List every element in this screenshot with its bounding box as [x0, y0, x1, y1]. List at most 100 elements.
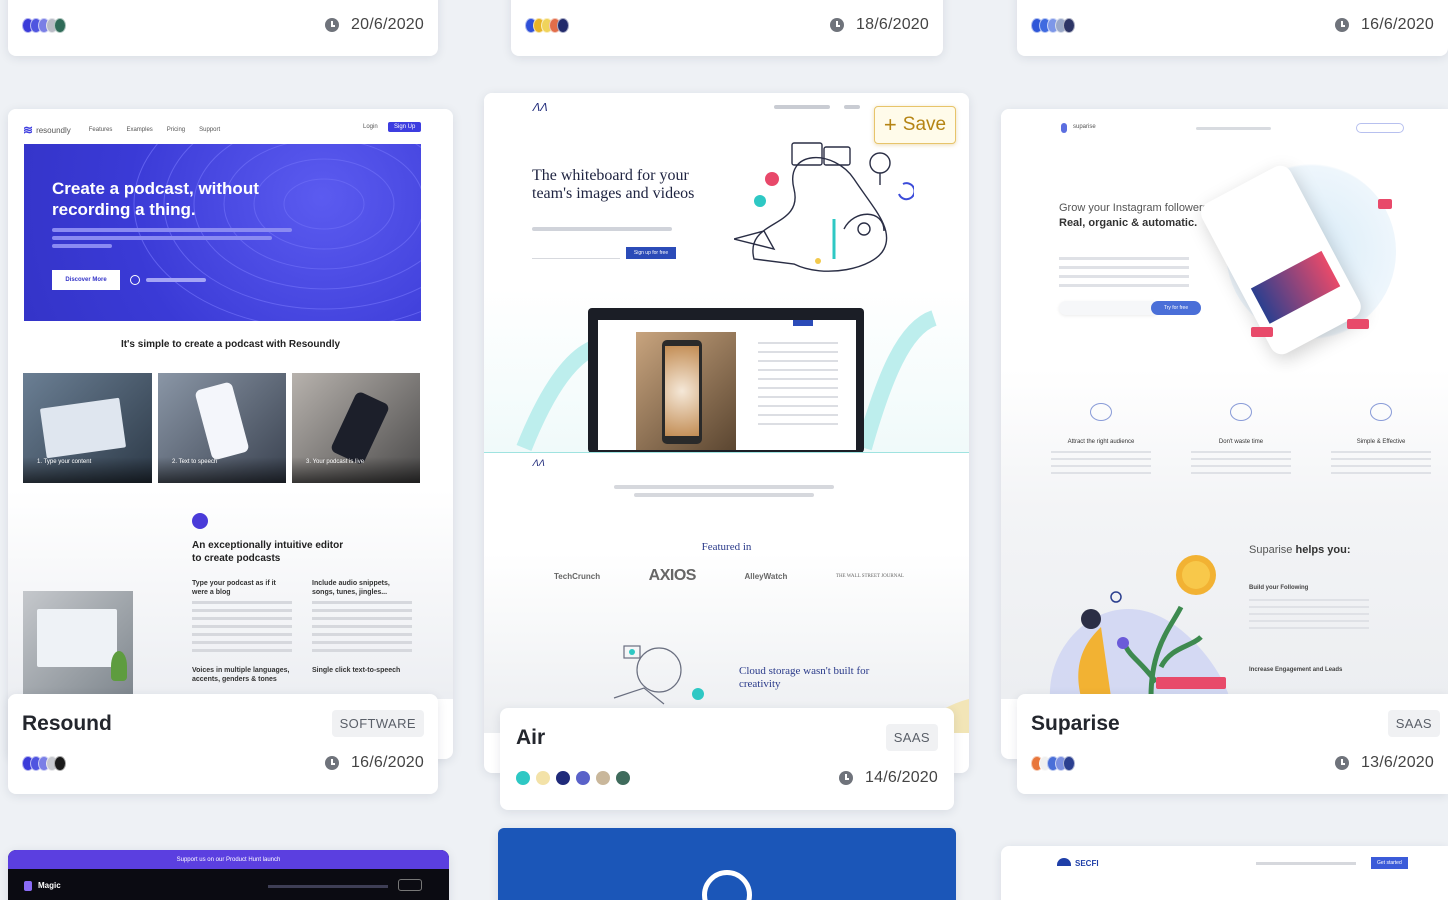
color-swatches — [22, 17, 66, 33]
press-logo: THE WALL STREET JOURNAL — [835, 573, 904, 579]
step-image-3: 3. Your podcast is live — [292, 373, 420, 483]
hero-headline: The whiteboard for your team's images an… — [532, 167, 695, 202]
helps-light: Suparise — [1249, 544, 1293, 556]
logo-icon — [1061, 123, 1067, 133]
date-text: 16/6/2020 — [1361, 16, 1434, 33]
nav-link: Features — [88, 127, 113, 133]
color-swatches — [1031, 755, 1075, 771]
site-screenshot[interactable]: ᐱᐱ The whiteboard for your team's images… — [484, 93, 969, 733]
help-item-b: Increase Engagement and Leads — [1249, 667, 1343, 673]
login-link: Login — [363, 124, 378, 130]
site-screenshot[interactable]: ≋ resoundly Features Examples Pricing Su… — [8, 109, 453, 699]
hero-banner: Create a podcast, without recording a th… — [24, 144, 421, 321]
press-logo: AlleyWatch — [744, 571, 788, 581]
clock-icon — [1335, 756, 1350, 770]
color-swatches — [22, 755, 66, 771]
plus-icon: + — [883, 112, 897, 137]
color-swatch — [516, 771, 530, 785]
hero-cta-button: Discover More — [52, 270, 120, 290]
save-button[interactable]: + Save — [874, 106, 956, 144]
helps-bold: helps you: — [1295, 544, 1351, 556]
post-date: 16/6/2020 — [1335, 16, 1434, 34]
step-image-2: 2. Text to speech — [158, 373, 286, 483]
headline-light: Grow your Instagram followers. — [1059, 202, 1212, 214]
feature-a: Type your podcast as if it were a blog — [192, 580, 276, 596]
gallery-card-air[interactable]: ᐱᐱ The whiteboard for your team's images… — [484, 93, 969, 773]
card-title[interactable]: Resound — [22, 712, 112, 736]
color-swatch — [616, 771, 630, 785]
gallery-card-resound[interactable]: ≋ resoundly Features Examples Pricing Su… — [8, 109, 453, 759]
clock-icon — [1335, 18, 1350, 32]
gallery-card-secfi[interactable]: SECFI Get started — [1001, 846, 1448, 900]
color-swatches — [525, 17, 569, 33]
card-title[interactable]: Air — [516, 726, 545, 750]
hero-headline: Create a podcast, without recording a th… — [52, 179, 259, 219]
gallery-card-suparise[interactable]: suparise Grow your Instagram followers. … — [1001, 109, 1448, 759]
step-label: 3. Your podcast is live — [306, 459, 365, 465]
play-icon — [130, 275, 140, 285]
headline-bold: Real, organic & automatic. — [1059, 217, 1198, 229]
post-date: 18/6/2020 — [830, 16, 929, 34]
color-swatch — [596, 771, 610, 785]
card-footer-resound[interactable]: Resound SOFTWARE 16/6/2020 — [8, 694, 438, 794]
date-text: 16/6/2020 — [351, 754, 424, 771]
post-date: 13/6/2020 — [1335, 754, 1434, 772]
nav-link: Support — [199, 127, 221, 133]
brand-text: suparise — [1073, 124, 1096, 130]
feature-b: Include audio snippets, songs, tunes, ji… — [312, 580, 390, 596]
step-image-1: 1. Type your content — [23, 373, 152, 483]
hero-cta-button: Try for free — [1151, 301, 1201, 315]
date-text: 13/6/2020 — [1361, 754, 1434, 771]
press-logo: AXIOS — [648, 567, 697, 584]
step-label: 2. Text to speech — [172, 459, 218, 465]
feature-heading: An exceptionally intuitive editor to cre… — [192, 540, 344, 564]
top-card-3[interactable]: 16/6/2020 — [1017, 0, 1448, 56]
press-logos: TechCrunch AXIOS AlleyWatch THE WALL STR… — [554, 567, 904, 585]
save-label: Save — [902, 114, 947, 135]
color-swatch — [54, 17, 66, 33]
date-text: 20/6/2020 — [351, 16, 424, 33]
brand-text: SECFI — [1075, 859, 1099, 868]
date-text: 18/6/2020 — [856, 16, 929, 33]
card-footer-suparise[interactable]: Suparise SAAS 13/6/2020 — [1017, 694, 1448, 794]
gallery-card-magic[interactable]: Support us on our Product Hunt launch Ma… — [8, 850, 449, 900]
hero-cta-button: Sign up for free — [626, 247, 676, 259]
post-date: 20/6/2020 — [325, 16, 424, 34]
feature-c: Voices in multiple languages, accents, g… — [192, 667, 290, 683]
color-swatch — [54, 755, 66, 771]
category-badge[interactable]: SOFTWARE — [331, 710, 424, 737]
feature-list: Attract the right audience Don't waste t… — [1041, 403, 1441, 475]
banner-text: Support us on our Product Hunt launch — [176, 856, 281, 863]
color-swatch — [1063, 17, 1075, 33]
hero-illustration — [734, 142, 914, 272]
get-started-button: Get started — [1371, 857, 1408, 869]
top-card-1[interactable]: 20/6/2020 — [8, 0, 438, 56]
brand-text: resoundly — [36, 125, 71, 135]
step-label: 1. Type your content — [37, 459, 92, 465]
site-screenshot[interactable]: suparise Grow your Instagram followers. … — [1001, 109, 1448, 699]
air-logo-icon: ᐱᐱ — [532, 102, 548, 114]
press-logo: TechCrunch — [554, 571, 601, 581]
gallery-card-blue[interactable] — [498, 828, 956, 900]
simple-icon — [1370, 403, 1392, 421]
featured-heading: Featured in — [701, 541, 752, 553]
feature-title: Simple & Effective — [1356, 439, 1406, 445]
section-heading: It's simple to create a podcast with Res… — [120, 339, 341, 350]
signup-button: Sign Up — [388, 122, 422, 132]
post-date: 14/6/2020 — [839, 769, 938, 787]
feature-icon — [192, 513, 208, 529]
nav-link: Pricing — [166, 127, 186, 133]
product-preview — [484, 288, 969, 453]
feature-d: Single click text-to-speech — [312, 667, 401, 674]
help-item-a: Build your Following — [1249, 585, 1309, 591]
top-card-2[interactable]: 18/6/2020 — [511, 0, 943, 56]
card-title[interactable]: Suparise — [1031, 712, 1120, 736]
circle-icon — [702, 870, 752, 900]
date-text: 14/6/2020 — [865, 769, 938, 786]
category-badge[interactable]: SAAS — [1387, 710, 1440, 737]
category-badge[interactable]: SAAS — [885, 724, 938, 751]
clock-icon — [839, 771, 854, 785]
desk-image — [23, 591, 133, 699]
card-footer-air[interactable]: Air SAAS 14/6/2020 — [500, 708, 954, 810]
audience-icon — [1090, 403, 1112, 421]
